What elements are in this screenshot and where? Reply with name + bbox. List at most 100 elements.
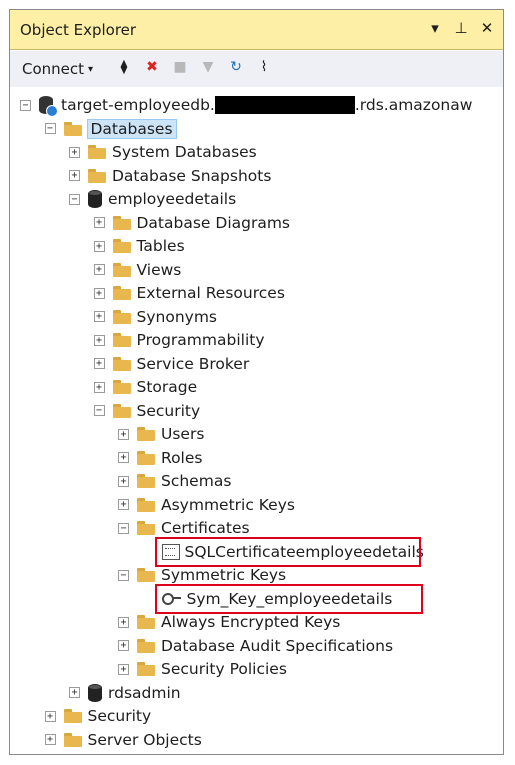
tree-node[interactable]: + System Databases [69,141,257,163]
connect-label: Connect [22,60,85,78]
tree-node[interactable]: + Tables [93,235,185,257]
tree-node-label: Replication [88,754,174,755]
connect-plug-icon[interactable]: ⧫ [115,59,133,77]
expand-icon[interactable]: + [93,334,105,346]
expand-icon[interactable]: + [69,687,80,698]
expand-icon[interactable]: + [93,217,105,228]
tree-node-label: Security [136,401,201,420]
disconnect-icon[interactable]: ✖ [143,59,161,77]
pin-icon[interactable]: ⊥ [453,19,469,37]
tree-node-label: Service Broker [136,354,250,373]
tree-node-label: Synonyms [136,307,218,326]
tree-node[interactable]: + Synonyms [93,306,218,328]
tree-node[interactable]: + rdsadmin [69,682,181,704]
expand-icon[interactable]: + [69,146,80,158]
tree-node-label: Views [136,260,182,279]
folder-icon [112,333,131,347]
tree-node-label: Database Snapshots [112,166,272,185]
tree-node[interactable]: +Replication [45,752,174,755]
refresh-icon[interactable]: ↻ [227,59,245,77]
expand-icon[interactable]: + [118,475,129,487]
tree-node-label: Symmetric Keys [161,566,287,584]
collapse-icon[interactable]: − [118,522,129,534]
folder-icon [137,450,155,465]
tree-node-label: Security [87,707,152,725]
toolbar-icons: ⧫ ✖ ■ ▼ ↻ ⌇ [115,59,273,77]
panel-titlebar: Object Explorer ▾ ⊥ ✕ [10,10,503,50]
tree-node[interactable]: − employeedetails [69,188,236,210]
folder-icon [63,732,82,747]
expand-icon[interactable]: + [93,264,105,275]
tree-node[interactable]: + Asymmetric Keys [118,494,295,516]
collapse-icon[interactable]: − [69,193,80,205]
tree-node[interactable]: + Security [44,705,152,727]
expand-icon[interactable]: + [118,428,129,440]
tree-node-label: Security Policies [161,660,287,678]
tree-node[interactable]: + Users [118,423,204,445]
expand-icon[interactable]: + [118,640,129,651]
folder-icon [112,356,131,371]
database-icon [88,683,102,702]
collapse-icon[interactable]: − [20,99,31,111]
tree-node[interactable]: + Security Policies [118,658,287,680]
folder-icon [112,380,131,394]
tree-node[interactable]: + Programmability [93,329,265,351]
tree-node[interactable]: − Databases [44,118,177,140]
expand-icon[interactable]: + [118,452,129,463]
tree-node-label: Asymmetric Keys [161,495,295,514]
tree-node[interactable]: + Schemas [118,470,231,492]
filter-icon[interactable]: ▼ [199,59,217,77]
expand-icon[interactable]: + [44,734,56,745]
dropdown-icon[interactable]: ▾ [427,19,443,37]
redacted-block [214,96,355,114]
folder-icon [137,615,155,629]
expand-icon[interactable]: + [118,663,129,675]
collapse-icon[interactable]: − [118,569,129,581]
activity-monitor-icon[interactable]: ⌇ [255,59,273,77]
tree-node[interactable]: + Database Snapshots [69,165,271,187]
close-icon[interactable]: ✕ [479,19,495,37]
tree-node[interactable]: + Service Broker [93,353,250,375]
expand-icon[interactable]: + [118,499,129,510]
tree-node[interactable]: + Storage [93,376,197,398]
connect-button[interactable]: Connect ▾ [22,60,93,78]
expand-icon[interactable]: + [93,240,105,252]
expand-icon[interactable]: + [69,170,80,181]
folder-icon [63,709,82,723]
server-icon [39,96,58,117]
tree-node-label: employeedetails [108,190,237,208]
tree-node[interactable]: + External Resources [93,282,285,304]
stop-icon[interactable]: ■ [171,59,189,77]
folder-icon [112,215,131,230]
expand-icon[interactable]: + [93,311,105,322]
collapse-icon[interactable]: − [93,405,105,416]
server-host-suffix: .rds.amazonaw [354,96,473,114]
tree-node[interactable]: + Views [93,259,182,281]
tree-node[interactable]: + Roles [118,447,202,469]
folder-icon [88,168,106,183]
expand-icon[interactable]: + [93,358,105,369]
highlight-box [154,536,421,567]
folder-icon [112,403,131,418]
tree-node[interactable]: − target-employeedb. .rds.amazonaw [20,94,473,117]
expand-icon[interactable]: + [44,710,56,722]
tree-node[interactable]: − Security [93,400,201,422]
tree-node-label: Roles [161,448,203,467]
tree-node-label: Programmability [136,331,265,349]
tree-node-label: Users [161,425,205,443]
expand-icon[interactable]: + [118,616,129,628]
panel-title: Object Explorer [20,21,137,39]
tree-node[interactable]: + Database Diagrams [93,212,290,234]
tree-node[interactable]: + Server Objects [44,729,202,751]
expand-icon[interactable]: + [93,287,105,299]
database-icon [88,190,102,208]
folder-icon [112,262,131,277]
collapse-icon[interactable]: − [44,123,56,134]
folder-icon [112,239,131,253]
object-explorer-panel: Object Explorer ▾ ⊥ ✕ Connect ▾ ⧫ ✖ ■ ▼ ↻ ⌇ −… [9,9,504,755]
tree-node-label: Tables [136,237,185,255]
expand-icon[interactable]: + [93,381,105,393]
tree-node[interactable]: + Always Encrypted Keys [118,611,340,633]
tree-node[interactable]: + Database Audit Specifications [118,635,393,657]
folder-icon [137,662,155,676]
